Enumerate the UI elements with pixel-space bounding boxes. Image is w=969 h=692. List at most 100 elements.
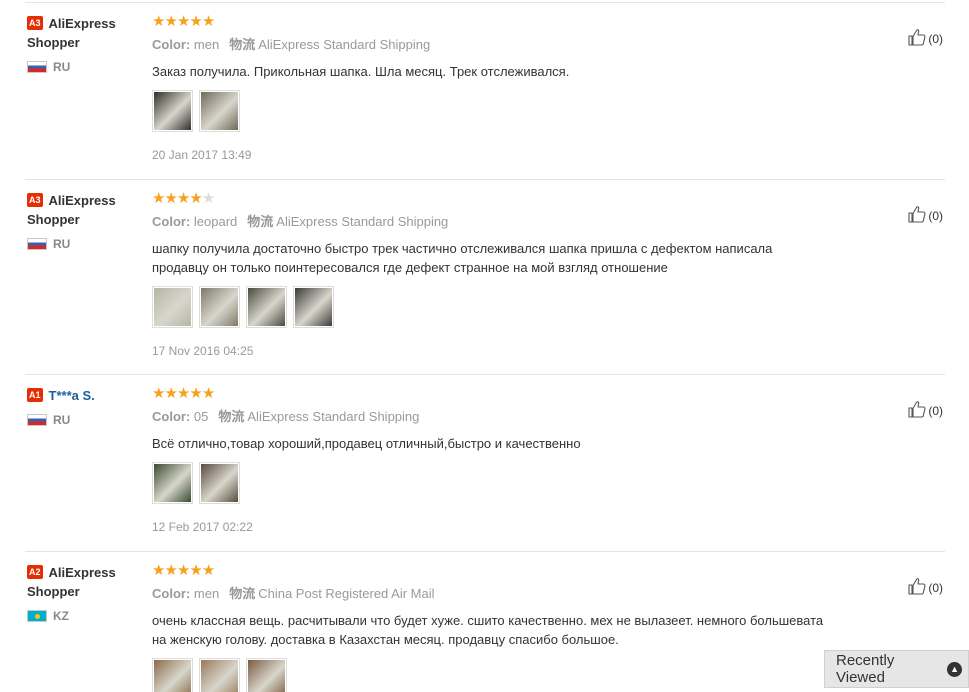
chevron-up-icon: ▲ — [947, 661, 962, 677]
reviewer-info: A3 AliExpress Shopper RU — [27, 191, 145, 251]
helpful-button[interactable]: (0) — [908, 205, 943, 226]
color-label: Color: — [152, 214, 191, 229]
star-icon: ★ — [176, 385, 190, 402]
review-date: 17 Nov 2016 04:25 — [152, 344, 254, 358]
review-item: A3 AliExpress Shopper RU ★★★★★ Color: men 物流 A… — [25, 14, 945, 180]
thumbs-up-icon — [908, 400, 928, 421]
shipping-label: 物流 — [247, 214, 274, 229]
review-feed: A3 AliExpress Shopper RU ★★★★★ Color: men 物流 A… — [0, 0, 969, 692]
reviewer-info: A1 T***a S. RU — [27, 386, 145, 427]
star-icon: ★ — [164, 562, 177, 579]
helpful-count: (0) — [928, 31, 943, 46]
review-date: 20 Jan 2017 13:49 — [152, 148, 252, 162]
order-info: Color: men 物流 AliExpress Standard Shipping — [152, 37, 832, 53]
shipping-info: 物流 AliExpress Standard Shipping — [218, 409, 419, 424]
buyer-level-badge: A1 — [27, 388, 43, 402]
review-body: ★★★★★ Color: 05 物流 AliExpress Standard Ship… — [152, 386, 832, 534]
color-label: Color: — [152, 586, 191, 601]
review-photo-thumbnail[interactable] — [246, 286, 287, 328]
star-icon: ★ — [152, 190, 165, 207]
reviewer-country: RU — [27, 60, 145, 74]
star-icon: ★ — [176, 562, 190, 579]
star-icon: ★ — [152, 385, 165, 402]
country-flag-icon — [27, 610, 47, 622]
reviewer-info: A2 AliExpress Shopper KZ — [27, 563, 145, 623]
review-photo-thumbnail[interactable] — [199, 462, 240, 504]
star-icon: ★ — [152, 562, 165, 579]
review-date: 12 Feb 2017 02:22 — [152, 520, 253, 534]
review-photo-thumbnail[interactable] — [199, 658, 240, 692]
helpful-button[interactable]: (0) — [908, 577, 943, 598]
helpful-count: (0) — [928, 580, 943, 595]
review-photo-thumbnail[interactable] — [199, 286, 240, 328]
reviewer-name-row: A3 AliExpress Shopper — [27, 14, 145, 52]
shipping-label: 物流 — [229, 586, 256, 601]
thumbs-up-icon — [908, 205, 928, 226]
review-body: ★★★★★ Color: leopard 物流 AliExpress Standard… — [152, 191, 832, 358]
country-code: RU — [53, 60, 71, 74]
star-icon: ★ — [201, 190, 215, 207]
reviewer-name-row: A3 AliExpress Shopper — [27, 191, 145, 229]
review-photos — [152, 90, 832, 132]
star-icon: ★ — [189, 13, 202, 30]
review-text: Заказ получила. Прикольная шапка. Шла ме… — [152, 64, 570, 79]
shipping-info: 物流 China Post Registered Air Mail — [229, 586, 434, 601]
shipping-method: AliExpress Standard Shipping — [258, 37, 431, 52]
shipping-label: 物流 — [229, 37, 256, 52]
recently-viewed-button[interactable]: Recently Viewed ▲ — [824, 650, 969, 688]
review-text: Всё отлично,товар хороший,продавец отлич… — [152, 436, 581, 451]
reviewer-country: RU — [27, 413, 145, 427]
star-rating: ★★★★★ — [152, 14, 832, 30]
star-icon: ★ — [152, 13, 165, 30]
review-item: A3 AliExpress Shopper RU ★★★★★ Color: leopar… — [25, 191, 945, 375]
reviewer-name-row: A2 AliExpress Shopper — [27, 563, 145, 601]
star-rating: ★★★★★ — [152, 386, 832, 402]
shipping-label: 物流 — [218, 409, 245, 424]
review-photo-thumbnail[interactable] — [152, 286, 193, 328]
star-icon: ★ — [201, 562, 215, 579]
review-photo-thumbnail[interactable] — [152, 90, 193, 132]
review-photo-thumbnail[interactable] — [293, 286, 334, 328]
shipping-info: 物流 AliExpress Standard Shipping — [247, 214, 448, 229]
color-label: Color: — [152, 37, 191, 52]
color-value: men — [193, 37, 220, 52]
review-body: ★★★★★ Color: men 物流 AliExpress Standard Shi… — [152, 14, 832, 162]
shipping-method: China Post Registered Air Mail — [258, 586, 435, 601]
color-value: men — [193, 586, 220, 601]
review-photo-thumbnail[interactable] — [199, 90, 240, 132]
divider — [25, 2, 945, 3]
thumbs-up-icon — [908, 28, 928, 49]
country-code: KZ — [53, 609, 69, 623]
helpful-count: (0) — [928, 403, 943, 418]
review-photos — [152, 658, 832, 692]
review-body: ★★★★★ Color: men 物流 China Post Registered A… — [152, 563, 832, 692]
star-icon: ★ — [176, 190, 190, 207]
star-icon: ★ — [189, 562, 202, 579]
star-rating: ★★★★★ — [152, 191, 832, 207]
helpful-button[interactable]: (0) — [908, 28, 943, 49]
review-photo-thumbnail[interactable] — [246, 658, 287, 692]
star-icon: ★ — [164, 385, 177, 402]
reviewer-country: RU — [27, 237, 145, 251]
color-label: Color: — [152, 409, 191, 424]
order-info: Color: leopard 物流 AliExpress Standard Ship… — [152, 214, 832, 230]
country-flag-icon — [27, 61, 47, 73]
review-text: очень классная вещь. расчитывали что буд… — [152, 613, 824, 647]
thumbs-up-icon — [908, 577, 928, 598]
star-icon: ★ — [164, 13, 177, 30]
helpful-button[interactable]: (0) — [908, 400, 943, 421]
recently-viewed-label: Recently Viewed — [836, 652, 895, 686]
shipping-method: AliExpress Standard Shipping — [247, 409, 420, 424]
review-photo-thumbnail[interactable] — [152, 462, 193, 504]
buyer-level-badge: A3 — [27, 193, 43, 207]
shipping-info: 物流 AliExpress Standard Shipping — [229, 37, 430, 52]
buyer-level-badge: A3 — [27, 16, 43, 30]
reviewer-name[interactable]: T***a S. — [49, 388, 95, 403]
color-value: 05 — [193, 409, 209, 424]
country-flag-icon — [27, 414, 47, 426]
star-icon: ★ — [201, 385, 215, 402]
review-photos — [152, 462, 832, 504]
review-photo-thumbnail[interactable] — [152, 658, 193, 692]
reviewer-name-row: A1 T***a S. — [27, 386, 145, 405]
star-icon: ★ — [201, 13, 215, 30]
